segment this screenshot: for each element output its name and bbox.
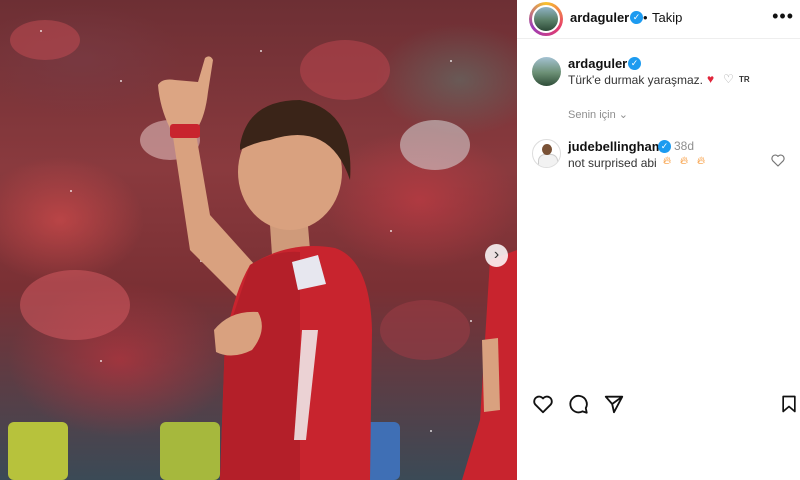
caption-avatar[interactable] xyxy=(532,57,561,86)
commenter-avatar[interactable] xyxy=(532,139,561,168)
caption-text: Türk'e durmak yaraşmaz. xyxy=(568,73,703,87)
comment-filter[interactable]: Senin için ⌄ xyxy=(568,108,628,121)
caption-username[interactable]: ardaguler xyxy=(568,56,627,71)
verified-badge-icon: ✓ xyxy=(628,57,641,70)
fire-emoji-icon: 🔥︎ xyxy=(680,155,689,167)
author-username[interactable]: ardaguler xyxy=(570,10,629,25)
comment-text: not surprised abi xyxy=(568,156,657,170)
chevron-down-icon: ⌄ xyxy=(618,109,628,121)
fire-emoji-icon: 🔥︎ xyxy=(663,155,672,167)
share-icon[interactable] xyxy=(603,393,625,415)
language-tag: TR xyxy=(739,75,750,84)
comment-like-heart-icon[interactable] xyxy=(770,152,786,168)
comment-age: 38d xyxy=(674,139,695,153)
post-side-panel: ardaguler ✓ • Takip ••• ardaguler ✓ Türk… xyxy=(517,0,800,480)
instagram-post: › ardaguler ✓ • Takip ••• ardaguler ✓ Tü… xyxy=(0,0,800,480)
comment-icon[interactable] xyxy=(567,393,589,415)
commenter-username[interactable]: judebellingham xyxy=(568,139,663,154)
bookmark-icon[interactable] xyxy=(779,393,799,415)
heart-icon[interactable] xyxy=(532,393,554,415)
more-dots-icon[interactable]: ••• xyxy=(772,6,794,27)
author-avatar[interactable] xyxy=(529,2,563,36)
fire-emoji-icon: 🔥︎ xyxy=(697,155,706,167)
comment-filter-label: Senin için xyxy=(568,109,616,121)
follow-button[interactable]: Takip xyxy=(652,10,682,25)
next-photo-button[interactable]: › xyxy=(485,244,508,267)
separator-dot: • xyxy=(643,10,648,25)
post-header: ardaguler ✓ • Takip ••• xyxy=(517,0,800,39)
player-figure xyxy=(158,56,517,480)
verified-badge-icon: ✓ xyxy=(630,11,643,24)
post-photo[interactable]: › xyxy=(0,0,517,480)
verified-badge-icon: ✓ xyxy=(658,140,671,153)
white-heart-icon: ♡ xyxy=(723,72,734,86)
red-heart-icon: ♥ xyxy=(707,72,715,86)
